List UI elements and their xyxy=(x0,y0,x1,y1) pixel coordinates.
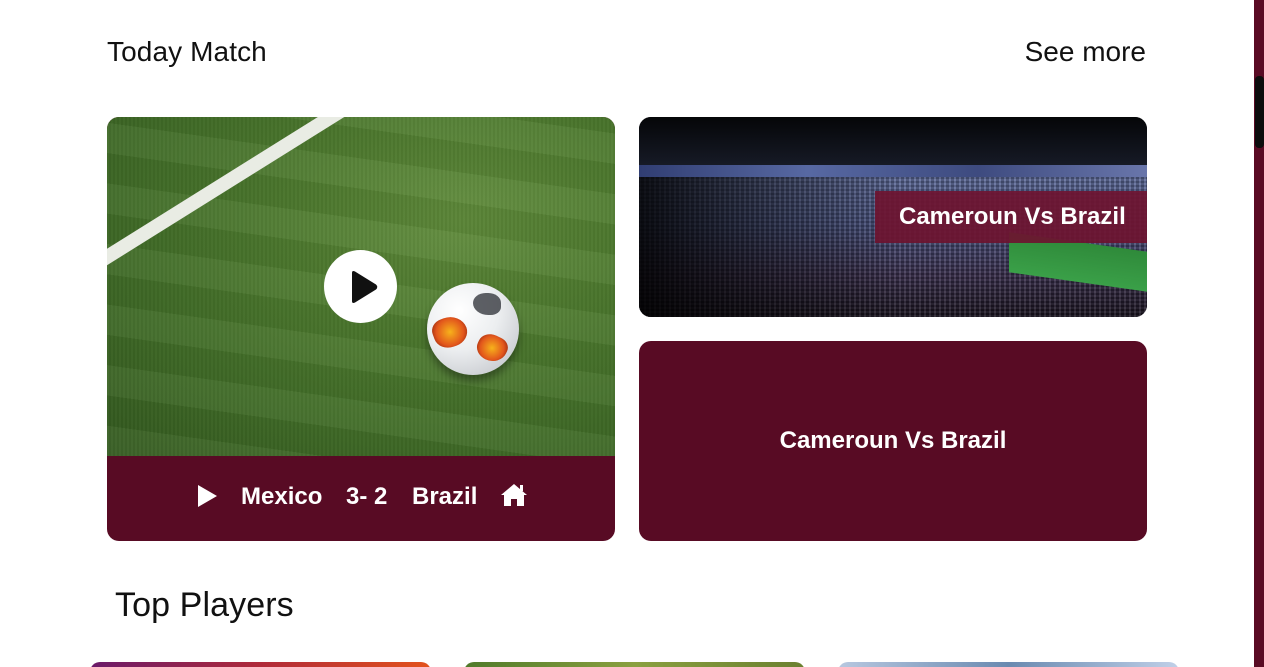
player-card[interactable] xyxy=(464,662,805,667)
match-video-thumbnail[interactable] xyxy=(107,117,615,456)
team-b-name: Brazil xyxy=(412,483,478,510)
featured-match-card[interactable]: Cameroun Vs Brazil xyxy=(639,117,1147,317)
second-match-label: Cameroun Vs Brazil xyxy=(779,427,1007,454)
main-match-card[interactable]: Mexico 3- 2 Brazil xyxy=(107,117,615,541)
match-score-bar: Mexico 3- 2 Brazil xyxy=(107,456,615,541)
stadium-lights xyxy=(639,165,1147,177)
player-card[interactable] xyxy=(838,662,1179,667)
stadium-roof xyxy=(639,117,1147,165)
see-more-link[interactable]: See more xyxy=(1025,36,1146,68)
ball-patch xyxy=(428,312,472,352)
soccer-ball-image xyxy=(427,283,519,375)
match-score: 3- 2 xyxy=(346,483,388,510)
featured-match-label[interactable]: Cameroun Vs Brazil xyxy=(875,191,1147,243)
ball-patch xyxy=(473,293,501,315)
video-play-button[interactable] xyxy=(324,250,397,323)
scrollbar-thumb[interactable] xyxy=(1255,76,1264,148)
second-match-card[interactable]: Cameroun Vs Brazil xyxy=(639,341,1147,541)
stadium-shade xyxy=(639,177,899,317)
ball-patch xyxy=(472,329,512,367)
team-a-name: Mexico xyxy=(241,483,323,510)
page: Today Match See more Mexico 3- 2 Brazil … xyxy=(0,0,1264,667)
home-icon[interactable] xyxy=(499,482,529,513)
top-players-title: Top Players xyxy=(115,586,294,624)
play-icon xyxy=(352,271,378,303)
play-icon[interactable] xyxy=(195,483,219,514)
player-card[interactable] xyxy=(90,662,431,667)
today-match-title: Today Match xyxy=(107,36,267,67)
